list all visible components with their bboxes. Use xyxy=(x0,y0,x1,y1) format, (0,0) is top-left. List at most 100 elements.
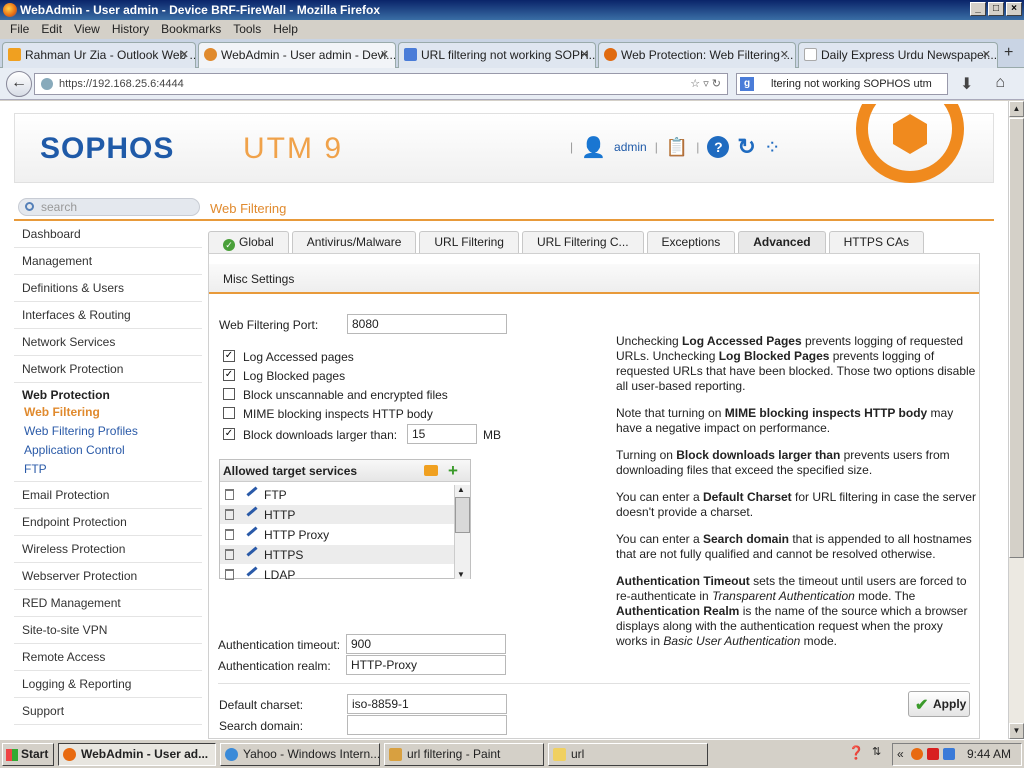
browser-tab-active[interactable]: WebAdmin - User admin - Devi... ✕ xyxy=(198,42,396,68)
close-tab-icon[interactable]: ✕ xyxy=(580,43,589,67)
block-unscannable-checkbox[interactable] xyxy=(223,388,235,400)
help-icon[interactable]: ❓ xyxy=(848,745,864,761)
trash-icon[interactable] xyxy=(225,529,234,540)
add-icon[interactable]: + xyxy=(448,460,458,482)
sidebar-sub-application-control[interactable]: Application Control xyxy=(14,441,202,460)
trash-icon[interactable] xyxy=(225,549,234,560)
sidebar-item-logging-reporting[interactable]: Logging & Reporting xyxy=(14,671,202,698)
scroll-down-icon[interactable]: ▼ xyxy=(1009,723,1024,739)
tray-app-icon[interactable] xyxy=(911,748,923,760)
clock[interactable]: 9:44 AM xyxy=(967,744,1011,765)
reload-icon[interactable]: ☆ ▿ ↻ xyxy=(690,74,721,94)
sidebar-item-network-protection[interactable]: Network Protection xyxy=(14,356,202,383)
maximize-button[interactable]: □ xyxy=(988,2,1004,16)
sidebar-item-site-to-site-vpn[interactable]: Site-to-site VPN xyxy=(14,617,202,644)
scroll-down-icon[interactable]: ▼ xyxy=(457,570,465,579)
realm-input[interactable]: HTTP-Proxy xyxy=(346,655,506,675)
taskbar-item-ie[interactable]: Yahoo - Windows Intern... xyxy=(220,743,380,766)
list-item[interactable]: FTP xyxy=(220,485,454,505)
menu-help[interactable]: Help xyxy=(267,20,304,39)
sidebar-item-endpoint-protection[interactable]: Endpoint Protection xyxy=(14,509,202,536)
sidebar-item-support[interactable]: Support xyxy=(14,698,202,725)
browser-tab[interactable]: URL filtering not working SOPH... ✕ xyxy=(398,42,596,68)
page-scrollbar[interactable]: ▲ ▼ xyxy=(1008,101,1024,739)
log-blocked-checkbox[interactable]: ✓ xyxy=(223,369,235,381)
block-size-input[interactable]: 15 xyxy=(407,424,477,444)
help-icon[interactable]: ? xyxy=(707,136,730,158)
close-tab-icon[interactable]: ✕ xyxy=(780,43,789,67)
log-accessed-checkbox[interactable]: ✓ xyxy=(223,350,235,362)
tab-global[interactable]: ✓ Global xyxy=(208,231,289,253)
browser-tab[interactable]: Web Protection: Web Filtering ... ✕ xyxy=(598,42,796,68)
search-domain-input[interactable] xyxy=(347,715,507,735)
apply-button[interactable]: ✔ Apply xyxy=(908,691,970,717)
port-input[interactable]: 8080 xyxy=(347,314,507,334)
taskbar-item-firefox[interactable]: WebAdmin - User ad... xyxy=(58,743,216,766)
sidebar-item-red-management[interactable]: RED Management xyxy=(14,590,202,617)
clipboard-icon[interactable]: 📋 xyxy=(666,137,688,158)
scroll-thumb[interactable] xyxy=(1009,118,1024,558)
close-tab-icon[interactable]: ✕ xyxy=(180,43,189,67)
sidebar-item-interfaces[interactable]: Interfaces & Routing xyxy=(14,302,202,329)
sidebar-item-email-protection[interactable]: Email Protection xyxy=(14,482,202,509)
sidebar-search-input[interactable]: search xyxy=(18,198,200,216)
menu-tools[interactable]: Tools xyxy=(227,20,267,39)
back-button[interactable]: ← xyxy=(6,71,32,97)
refresh-icon[interactable]: ↻ xyxy=(737,134,755,160)
tab-advanced[interactable]: Advanced xyxy=(738,231,826,253)
browser-tab[interactable]: Rahman Ur Zia - Outlook Web ... ✕ xyxy=(2,42,196,68)
sidebar-item-definitions[interactable]: Definitions & Users xyxy=(14,275,202,302)
menu-bookmarks[interactable]: Bookmarks xyxy=(155,20,227,39)
menu-edit[interactable]: Edit xyxy=(35,20,68,39)
tab-antivirus[interactable]: Antivirus/Malware xyxy=(291,231,417,253)
sidebar-item-management[interactable]: Management xyxy=(14,248,202,275)
mime-blocking-checkbox[interactable] xyxy=(223,407,235,419)
username[interactable]: admin xyxy=(614,140,647,154)
google-search-icon[interactable]: g xyxy=(740,77,754,91)
tab-exceptions[interactable]: Exceptions xyxy=(646,231,736,253)
address-bar[interactable]: https://192.168.25.6:4444 ☆ ▿ ↻ xyxy=(34,73,728,95)
menu-history[interactable]: History xyxy=(106,20,155,39)
scroll-up-icon[interactable]: ▲ xyxy=(1009,101,1024,117)
block-downloads-checkbox[interactable]: ✓ xyxy=(223,428,235,440)
menu-file[interactable]: File xyxy=(4,20,35,39)
tab-https-cas[interactable]: HTTPS CAs xyxy=(828,231,924,253)
taskbar-item-paint[interactable]: url filtering - Paint xyxy=(384,743,544,766)
sidebar-item-wireless-protection[interactable]: Wireless Protection xyxy=(14,536,202,563)
tray-network-icon[interactable] xyxy=(943,748,955,760)
start-button[interactable]: Start xyxy=(2,743,54,766)
home-icon[interactable]: ⌂ xyxy=(995,74,1005,94)
timeout-input[interactable]: 900 xyxy=(346,634,506,654)
sidebar-item-web-protection[interactable]: Web Protection xyxy=(14,383,202,403)
trash-icon[interactable] xyxy=(225,509,234,520)
site-identity-icon[interactable] xyxy=(41,78,53,90)
tab-url-filtering-categories[interactable]: URL Filtering C... xyxy=(521,231,644,253)
sidebar-item-network-services[interactable]: Network Services xyxy=(14,329,202,356)
network-icon[interactable]: ⇅ xyxy=(872,745,881,758)
tab-url-filtering[interactable]: URL Filtering xyxy=(419,231,519,253)
sidebar-item-dashboard[interactable]: Dashboard xyxy=(14,221,202,248)
trash-icon[interactable] xyxy=(225,569,234,580)
antivirus-icon[interactable] xyxy=(927,748,939,760)
list-item[interactable]: LDAP xyxy=(220,565,454,580)
list-item[interactable]: HTTPS xyxy=(220,545,454,565)
sidebar-sub-ftp[interactable]: FTP xyxy=(14,460,202,482)
taskbar-item-folder[interactable]: url xyxy=(548,743,708,766)
download-icon[interactable]: ⬇ xyxy=(960,74,973,94)
minimize-button[interactable]: _ xyxy=(970,2,986,16)
list-item[interactable]: HTTP Proxy xyxy=(220,525,454,545)
scroll-up-icon[interactable]: ▲ xyxy=(457,485,465,494)
browser-tab[interactable]: Daily Express Urdu Newspaper... ✕ xyxy=(798,42,998,68)
folder-icon[interactable] xyxy=(424,465,438,476)
close-tab-icon[interactable]: ✕ xyxy=(380,43,389,67)
close-window-button[interactable]: × xyxy=(1006,2,1022,16)
tray-expand-icon[interactable]: « xyxy=(897,744,904,765)
menu-view[interactable]: View xyxy=(68,20,106,39)
sidebar-item-remote-access[interactable]: Remote Access xyxy=(14,644,202,671)
sidebar-sub-web-filtering[interactable]: Web Filtering xyxy=(14,403,202,422)
search-bar[interactable]: g ltering not working SOPHOS utm xyxy=(736,73,948,95)
close-tab-icon[interactable]: ✕ xyxy=(982,43,991,67)
charset-input[interactable]: iso-8859-1 xyxy=(347,694,507,714)
services-scrollbar[interactable]: ▲ ▼ xyxy=(454,485,470,579)
new-tab-button[interactable]: + xyxy=(1004,44,1013,62)
